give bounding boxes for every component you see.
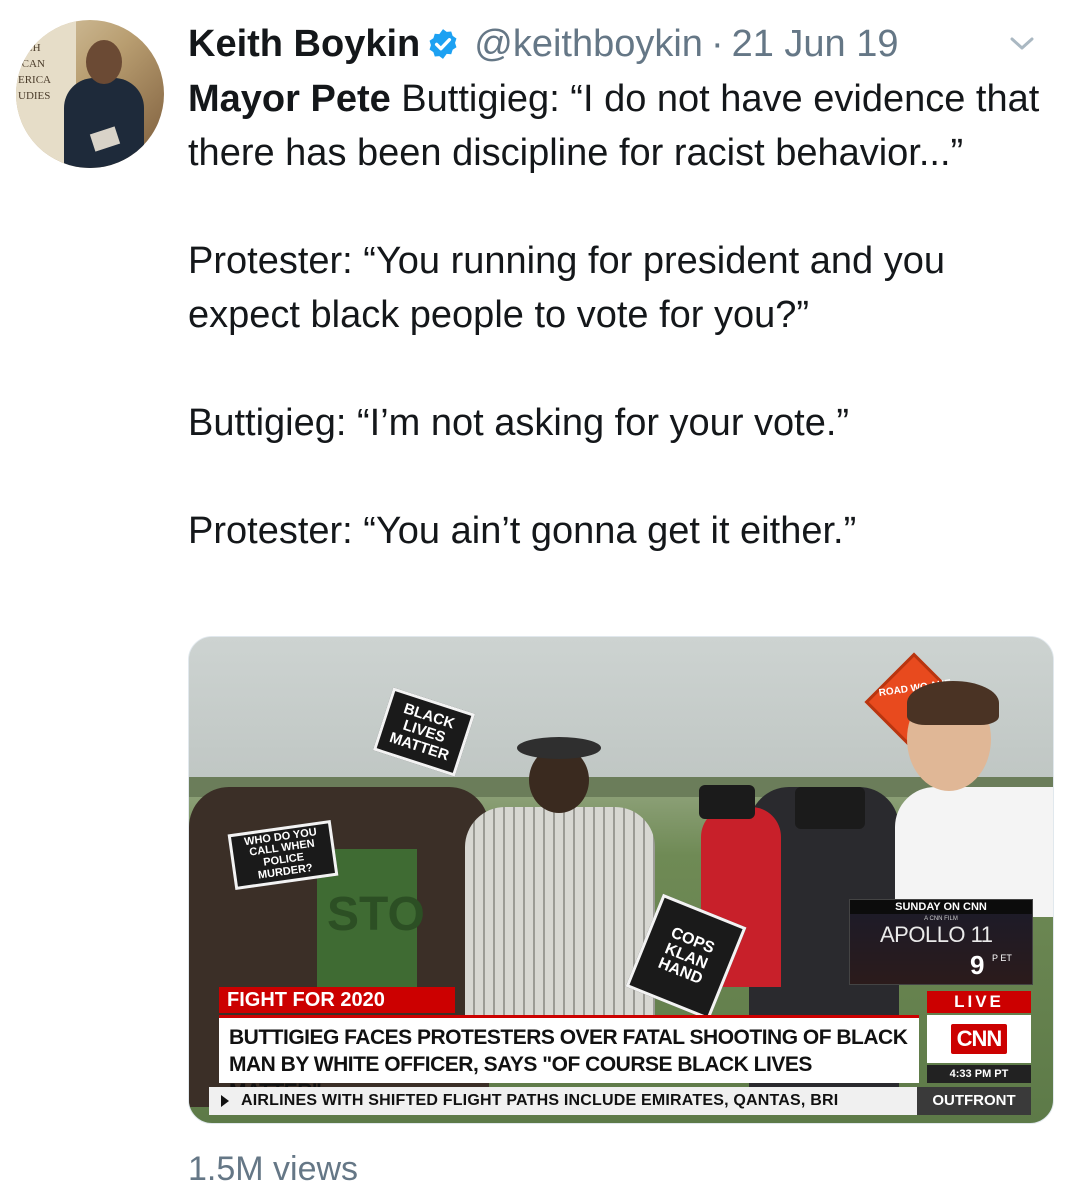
cnn-logo: CNN: [950, 1024, 1008, 1054]
header-separator: ·: [710, 22, 724, 65]
author-avatar[interactable]: E FO RCH ICAN ERICA UDIES: [16, 20, 164, 168]
cnn-promo: SUNDAY ON CNN A CNN FILM APOLLO 11 9 P E…: [849, 899, 1033, 985]
show-name: OUTFRONT: [917, 1087, 1031, 1115]
author-name[interactable]: Keith Boykin: [188, 23, 420, 66]
avatar-shelf-text: RCH: [18, 42, 41, 54]
ticker-arrow-icon: [221, 1095, 229, 1107]
tweet-media-video[interactable]: STO ROAD WO AHE BLACK LIVES MATTER WHO D…: [188, 636, 1054, 1124]
chyron-headline: BUTTIGIEG FACES PROTESTERS OVER FATAL SH…: [219, 1015, 919, 1103]
verified-badge-icon: [429, 29, 457, 59]
tweet-paragraph: Protester: “You ain’t gonna get it eithe…: [188, 510, 857, 552]
tweet-paragraph: Buttigieg: “I’m not asking for your vote…: [188, 402, 850, 444]
chyron-headline-line: BUTTIGIEG FACES PROTESTERS OVER FATAL SH…: [229, 1026, 908, 1049]
media-camera: [699, 785, 755, 819]
cnn-chyron: FIGHT FOR 2020 BUTTIGIEG FACES PROTESTER…: [209, 987, 1031, 1115]
media-pete-body: [895, 787, 1053, 917]
tweet-date[interactable]: 21 Jun 19: [732, 23, 899, 66]
media-pete-hair: [907, 681, 999, 725]
promo-header: SUNDAY ON CNN: [850, 900, 1032, 914]
promo-title: APOLLO 11: [880, 922, 993, 947]
view-count: 1.5M views: [188, 1150, 359, 1188]
media-hat: [517, 737, 601, 759]
tweet-header: Keith Boykin @keithboykin · 21 Jun 19: [188, 20, 1048, 68]
media-camera: [795, 787, 865, 829]
promo-time: 9: [970, 950, 985, 980]
media-banner-text: STO: [327, 888, 425, 941]
chevron-down-icon[interactable]: [1008, 32, 1036, 54]
author-handle[interactable]: @keithboykin: [474, 23, 703, 66]
avatar-person-head: [86, 40, 122, 84]
avatar-shelf-text: E FO: [18, 26, 42, 38]
mention-link[interactable]: Mayor Pete: [188, 78, 391, 120]
promo-time-suffix: P ET: [992, 953, 1012, 963]
live-badge: LIVE: [927, 991, 1031, 1013]
tweet-text: Mayor Pete Buttigieg: “I do not have evi…: [188, 72, 1048, 558]
avatar-shelf-text: ERICA: [18, 74, 51, 86]
tweet-paragraph: Protester: “You running for president an…: [188, 240, 945, 336]
avatar-shelf-text: ICAN: [18, 58, 45, 70]
news-ticker: AIRLINES WITH SHIFTED FLIGHT PATHS INCLU…: [209, 1087, 1031, 1115]
chyron-tag: FIGHT FOR 2020: [219, 987, 455, 1013]
cnn-logo-box: CNN: [927, 1015, 1031, 1063]
ticker-text: AIRLINES WITH SHIFTED FLIGHT PATHS INCLU…: [241, 1092, 839, 1109]
avatar-shelf-text: UDIES: [18, 90, 51, 102]
tweet-paragraph: Mayor Pete Buttigieg: “I do not have evi…: [188, 72, 1048, 180]
avatar-person-body: [64, 78, 144, 168]
chyron-clock: 4:33 PM PT: [927, 1065, 1031, 1083]
